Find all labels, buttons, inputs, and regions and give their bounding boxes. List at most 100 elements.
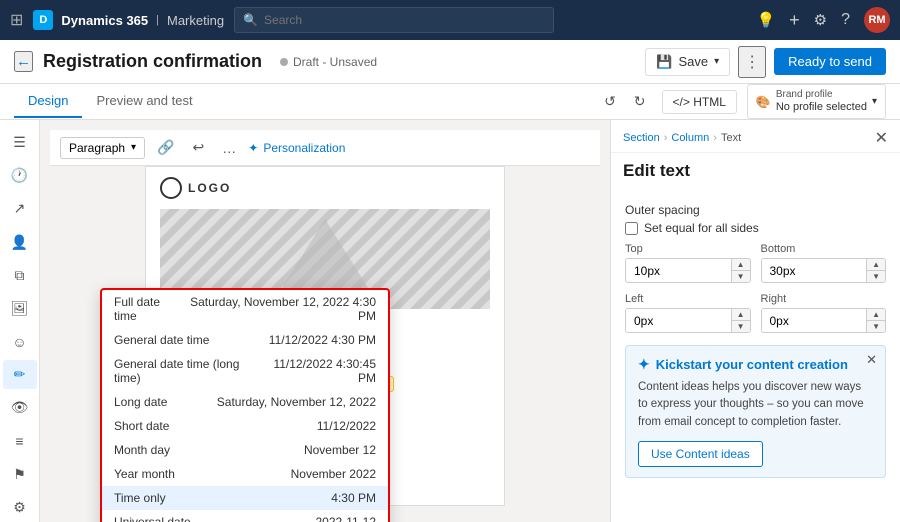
datetime-row[interactable]: Long dateSaturday, November 12, 2022 — [102, 390, 388, 414]
bottom-spacing-up[interactable]: ▲ — [867, 259, 885, 271]
brand-profile-icon: 🎨 — [756, 95, 771, 109]
ready-to-send-button[interactable]: Ready to send — [774, 48, 886, 75]
tab-right-tools: ↺ ↻ </> HTML 🎨 Brand profile No profile … — [598, 84, 886, 119]
bottom-spacing-input[interactable] — [762, 259, 867, 282]
panel-body: Outer spacing Set equal for all sides To… — [611, 185, 900, 522]
datetime-rows: Full date timeSaturday, November 12, 202… — [102, 290, 388, 522]
brand-profile-chevron: ▾ — [872, 96, 877, 107]
use-content-ideas-button[interactable]: Use Content ideas — [638, 441, 763, 467]
redo-button[interactable]: ↻ — [628, 90, 652, 113]
lightbulb-icon[interactable]: 💡 — [756, 11, 775, 29]
sidebar-icon-cursor[interactable]: ↗ — [3, 194, 37, 223]
left-spacing-input-wrap: ▲ ▼ — [625, 308, 751, 333]
kickstart-description: Content ideas helps you discover new way… — [638, 379, 873, 431]
tab-design[interactable]: Design — [14, 85, 82, 118]
datetime-row[interactable]: General date time11/12/2022 4:30 PM — [102, 328, 388, 352]
equal-sides-label: Set equal for all sides — [644, 221, 759, 235]
datetime-row[interactable]: General date time (long time)11/12/2022 … — [102, 352, 388, 390]
top-spacing-up[interactable]: ▲ — [732, 259, 750, 271]
tab-preview[interactable]: Preview and test — [82, 85, 206, 118]
sidebar-icon-tag[interactable]: ⚑ — [3, 460, 37, 489]
sidebar-icon-person[interactable]: 👤 — [3, 228, 37, 257]
top-spacing-label: Top — [625, 243, 751, 255]
datetime-dropdown: Full date timeSaturday, November 12, 202… — [100, 288, 390, 522]
back-button[interactable]: ← — [14, 51, 33, 72]
datetime-row[interactable]: Short date11/12/2022 — [102, 414, 388, 438]
plus-icon[interactable]: + — [789, 10, 800, 31]
back-toolbar-button[interactable]: ↩ — [187, 136, 211, 159]
panel-title: Edit text — [623, 161, 690, 181]
settings-icon[interactable]: ⚙ — [814, 11, 827, 29]
undo-button[interactable]: ↺ — [598, 90, 622, 113]
link-button[interactable]: 🔗 — [151, 136, 180, 159]
top-spacing-down[interactable]: ▼ — [732, 271, 750, 282]
personalization-label: Personalization — [263, 141, 345, 155]
left-spacing-input[interactable] — [626, 309, 731, 332]
brand-icon: D — [33, 10, 53, 30]
personalization-button[interactable]: ✦ Personalization — [248, 141, 345, 155]
grid-menu-icon[interactable]: ⊞ — [10, 10, 23, 30]
paragraph-chevron: ▾ — [131, 142, 136, 153]
more-options-button[interactable]: ⋮ — [738, 46, 766, 78]
sidebar-icon-image[interactable]: 🖼 — [3, 294, 37, 323]
search-bar[interactable]: 🔍 — [234, 7, 554, 33]
right-spacing-field: Right ▲ ▼ — [761, 293, 887, 333]
right-spacing-label: Right — [761, 293, 887, 305]
sidebar-icon-smiley[interactable]: ☺ — [3, 327, 37, 356]
breadcrumb-sep-2: › — [713, 132, 717, 144]
datetime-row[interactable]: Month dayNovember 12 — [102, 438, 388, 462]
bottom-spacing-down[interactable]: ▼ — [867, 271, 885, 282]
right-spacing-up[interactable]: ▲ — [867, 309, 885, 321]
spacing-grid: Top ▲ ▼ Bottom ▲ ▼ — [625, 243, 886, 333]
brand-logo: D Dynamics 365 | Marketing — [33, 10, 224, 30]
datetime-row[interactable]: Full date timeSaturday, November 12, 202… — [102, 290, 388, 328]
sidebar-icon-edit[interactable]: ✏ — [3, 360, 37, 389]
user-avatar[interactable]: RM — [864, 7, 890, 33]
sidebar-icon-menu[interactable]: ☰ — [3, 128, 37, 157]
paragraph-label: Paragraph — [69, 141, 125, 155]
logo-text: LOGO — [188, 181, 231, 195]
tab-bar: Design Preview and test ↺ ↻ </> HTML 🎨 B… — [0, 84, 900, 120]
breadcrumb-column[interactable]: Column — [671, 132, 709, 144]
right-spacing-input[interactable] — [762, 309, 867, 332]
sidebar-icon-list[interactable]: ≡ — [3, 427, 37, 456]
sidebar-icon-layers[interactable]: ⧉ — [3, 261, 37, 290]
save-button[interactable]: 💾 Save ▾ — [645, 48, 730, 76]
equal-sides-checkbox[interactable] — [625, 222, 638, 235]
right-spacing-input-wrap: ▲ ▼ — [761, 308, 887, 333]
search-input[interactable] — [264, 13, 545, 27]
sidebar-icon-preview[interactable]: 👁 — [3, 393, 37, 422]
paragraph-selector[interactable]: Paragraph ▾ — [60, 137, 145, 159]
html-button[interactable]: </> HTML — [662, 90, 737, 114]
sidebar-icon-clock[interactable]: 🕐 — [3, 161, 37, 190]
page-title: Registration confirmation — [43, 51, 262, 72]
datetime-row[interactable]: Universal date2022-11-12 — [102, 510, 388, 522]
placeholder-triangle — [275, 219, 375, 299]
header-actions: 💾 Save ▾ ⋮ Ready to send — [645, 46, 886, 78]
top-navigation: ⊞ D Dynamics 365 | Marketing 🔍 💡 + ⚙ ? R… — [0, 0, 900, 40]
datetime-row[interactable]: Time only4:30 PM — [102, 486, 388, 510]
canvas-area: Paragraph ▾ 🔗 ↩ … ✦ Personalization LOGO… — [40, 120, 610, 522]
right-spacing-down[interactable]: ▼ — [867, 321, 885, 332]
brand-profile-selector[interactable]: 🎨 Brand profile No profile selected ▾ — [747, 84, 886, 119]
help-icon[interactable]: ? — [841, 11, 850, 29]
left-spacing-down[interactable]: ▼ — [732, 321, 750, 332]
kickstart-close-button[interactable]: ✕ — [866, 352, 877, 368]
bottom-spacing-label: Bottom — [761, 243, 887, 255]
kickstart-title-text: Kickstart your content creation — [656, 357, 848, 372]
module-name: Marketing — [167, 13, 224, 28]
brand-name: Dynamics 365 — [61, 13, 148, 28]
more-toolbar-button[interactable]: … — [216, 137, 242, 159]
datetime-row[interactable]: Year monthNovember 2022 — [102, 462, 388, 486]
top-spacing-input[interactable] — [626, 259, 731, 282]
kickstart-box: ✕ ✦ Kickstart your content creation Cont… — [625, 345, 886, 478]
top-spacing-field: Top ▲ ▼ — [625, 243, 751, 283]
panel-close-button[interactable]: ✕ — [875, 128, 888, 148]
breadcrumb-section[interactable]: Section — [623, 132, 660, 144]
save-label: Save — [678, 54, 708, 69]
draft-dot — [280, 58, 288, 66]
save-dropdown-icon: ▾ — [714, 56, 719, 67]
sidebar-icon-settings[interactable]: ⚙ — [3, 493, 37, 522]
left-spacing-up[interactable]: ▲ — [732, 309, 750, 321]
panel-breadcrumb: Section › Column › Text ✕ — [611, 120, 900, 153]
